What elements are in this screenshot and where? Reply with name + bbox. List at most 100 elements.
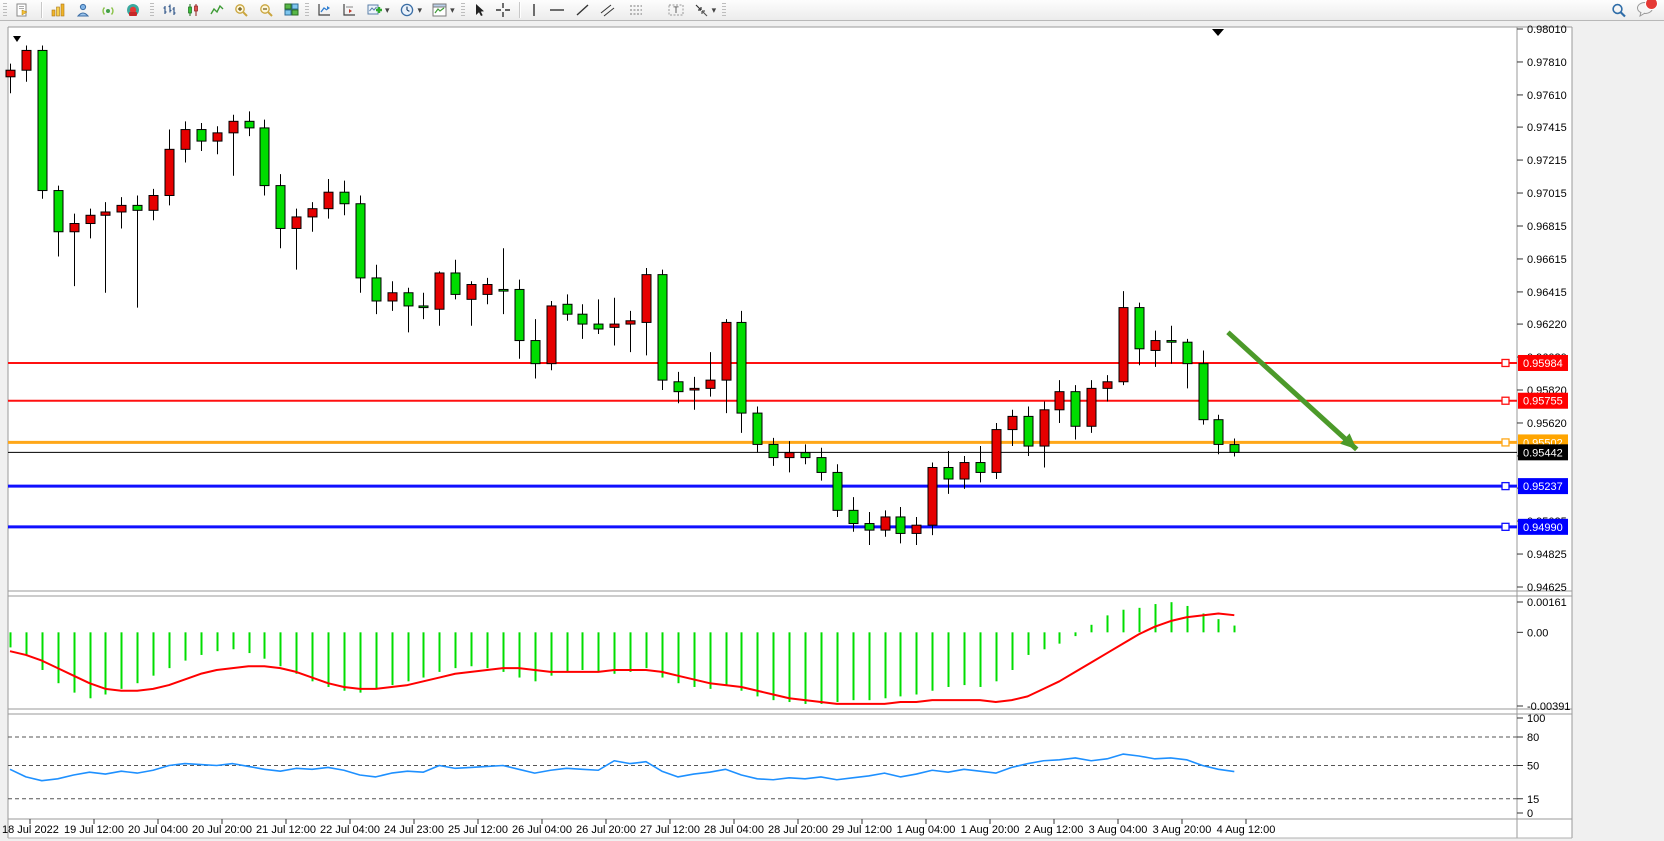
svg-text:0.95442: 0.95442 [1523, 447, 1563, 459]
indicator-subwindow-button[interactable] [337, 0, 362, 21]
svg-text:27 Jul 12:00: 27 Jul 12:00 [640, 824, 700, 836]
equidistant-channel-button[interactable] [595, 0, 624, 21]
candle [356, 204, 365, 278]
candle [483, 285, 492, 295]
auto-trading-icon [126, 3, 141, 17]
vertical-line-button[interactable] [524, 0, 544, 21]
trendline-button[interactable] [570, 0, 595, 21]
svg-text:T: T [673, 5, 679, 15]
candle [690, 388, 699, 390]
svg-text:26 Jul 20:00: 26 Jul 20:00 [576, 824, 636, 836]
svg-text:3 Aug 20:00: 3 Aug 20:00 [1153, 824, 1212, 836]
dropdown-arrow-icon: ▾ [450, 6, 455, 15]
candle [1230, 445, 1239, 453]
svg-text:0: 0 [1527, 808, 1533, 820]
text-button[interactable] [653, 0, 663, 21]
new-order-button[interactable] [10, 0, 37, 21]
candle [372, 278, 381, 301]
toolbar-grip[interactable] [150, 3, 154, 17]
candle [976, 463, 985, 473]
dropdown-arrow-icon: ▾ [385, 6, 390, 15]
gold-chart-icon [51, 3, 66, 17]
candle [101, 212, 110, 215]
notifications-button[interactable] [1636, 1, 1654, 20]
candle [531, 341, 540, 364]
candle [1151, 341, 1160, 351]
crosshair-button[interactable] [491, 0, 515, 21]
expert-advisors-button[interactable] [71, 0, 96, 21]
bar-chart-icon [162, 3, 176, 17]
svg-text:50: 50 [1527, 761, 1539, 773]
candle [1071, 392, 1080, 427]
fibonacci-icon [629, 3, 645, 17]
indicators-button[interactable] [312, 0, 337, 21]
candle [515, 289, 524, 340]
candle [547, 306, 556, 364]
templates-button[interactable]: ▾ [427, 0, 460, 21]
candle [833, 472, 842, 510]
tile-windows-button[interactable] [279, 0, 304, 21]
candle [499, 289, 508, 291]
text-label-button[interactable]: T [663, 0, 689, 21]
fibonacci-button[interactable] [624, 0, 653, 21]
svg-text:29 Jul 12:00: 29 Jul 12:00 [832, 824, 892, 836]
svg-text:0.97610: 0.97610 [1527, 90, 1567, 102]
zoom-out-button[interactable] [254, 0, 279, 21]
svg-text:0.95237: 0.95237 [1523, 481, 1563, 493]
chart-candles-button[interactable] [181, 0, 205, 21]
toolbar-grip[interactable] [461, 3, 465, 17]
candle [563, 304, 572, 314]
auto-trading-button[interactable] [121, 0, 149, 21]
svg-text:0.96815: 0.96815 [1527, 221, 1567, 233]
candle [722, 322, 731, 380]
candle [658, 275, 667, 381]
search-button[interactable] [1606, 0, 1632, 21]
toolbar-grip[interactable] [3, 3, 7, 17]
candle [451, 273, 460, 294]
zoom-in-button[interactable] [229, 0, 254, 21]
candle [165, 149, 174, 195]
toolbar-grip[interactable] [722, 3, 726, 17]
candle [6, 70, 15, 77]
chart-line-button[interactable] [205, 0, 229, 21]
text-label-icon: T [668, 3, 684, 17]
crosshair-icon [496, 3, 510, 17]
candle [340, 192, 349, 204]
chart-bars-button[interactable] [157, 0, 181, 21]
candle [960, 463, 969, 479]
signals-button[interactable] [96, 0, 121, 21]
candle [181, 130, 190, 150]
svg-text:3 Aug 04:00: 3 Aug 04:00 [1089, 824, 1148, 836]
svg-text:26 Jul 04:00: 26 Jul 04:00 [512, 824, 572, 836]
candle [197, 130, 206, 142]
candle [1040, 410, 1049, 446]
periods-clock-button[interactable]: ▾ [395, 0, 428, 21]
arrows-icon [694, 3, 709, 17]
dropdown-arrow-icon: ▾ [712, 6, 717, 15]
svg-text:100: 100 [1527, 713, 1545, 725]
svg-text:0.98010: 0.98010 [1527, 24, 1567, 36]
candle [54, 191, 63, 232]
chart-canvas[interactable]: 0.980100.978100.976100.974150.972150.970… [0, 21, 1664, 841]
toolbar-grip[interactable] [305, 3, 309, 17]
level-handle [1502, 439, 1509, 446]
new-chart-icon [367, 3, 382, 17]
svg-text:0.97015: 0.97015 [1527, 188, 1567, 200]
notification-badge [1645, 0, 1658, 10]
market-watch-button[interactable] [46, 0, 71, 21]
candle [1214, 420, 1223, 445]
candle [1199, 364, 1208, 420]
candle [260, 128, 269, 186]
arrows-tool-button[interactable]: ▾ [689, 0, 722, 21]
horizontal-line-button[interactable] [544, 0, 570, 21]
candle [1119, 308, 1128, 382]
candle [276, 186, 285, 229]
candle [578, 314, 587, 324]
main-toolbar: ▾ ▾ ▾ T ▾ [0, 0, 1664, 21]
dropdown-arrow-icon: ▾ [418, 6, 423, 15]
line-chart-icon [210, 3, 224, 17]
candle [388, 293, 397, 301]
svg-text:1 Aug 20:00: 1 Aug 20:00 [961, 824, 1020, 836]
new-chart-button[interactable]: ▾ [362, 0, 395, 21]
cursor-button[interactable] [468, 0, 491, 21]
